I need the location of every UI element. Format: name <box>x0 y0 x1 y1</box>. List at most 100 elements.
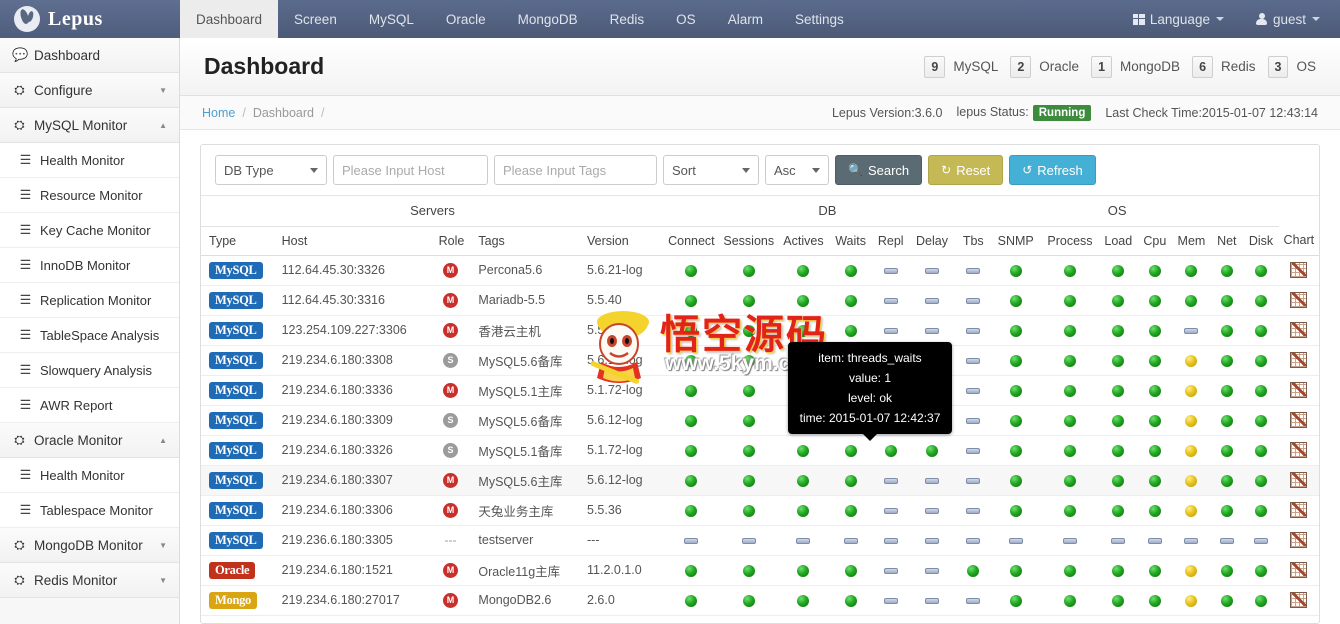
cell-status-sessions[interactable] <box>718 555 779 586</box>
nav-link-os[interactable]: OS <box>660 0 712 38</box>
table-row[interactable]: MySQL 112.64.45.30:3326 M Percona5.6 5.6.21-… <box>201 255 1319 286</box>
cell-chart[interactable] <box>1278 525 1319 556</box>
table-row[interactable]: MySQL 219.234.6.180:3308 S MySQL5.6备库 5.6.12… <box>201 345 1319 376</box>
count-mysql[interactable]: 9 MySQL <box>924 55 998 78</box>
cell-status-load[interactable] <box>1099 585 1138 616</box>
cell-status-net[interactable] <box>1210 375 1244 406</box>
cell-status-tbs[interactable] <box>955 285 991 316</box>
cell-status-disk[interactable] <box>1243 345 1279 376</box>
cell-status-sessions[interactable] <box>718 315 779 346</box>
cell-status-connect[interactable] <box>663 495 719 526</box>
cell-status-snmp[interactable] <box>990 285 1041 316</box>
cell-status-delay[interactable] <box>908 525 956 556</box>
cell-status-process[interactable] <box>1040 315 1100 346</box>
cell-status-net[interactable] <box>1210 525 1244 556</box>
column-header-load[interactable]: Load <box>1099 226 1138 256</box>
cell-status-mem[interactable] <box>1172 285 1211 316</box>
cell-chart[interactable] <box>1278 585 1319 616</box>
cell-status-disk[interactable] <box>1243 255 1279 286</box>
cell-status-process[interactable] <box>1040 525 1100 556</box>
cell-status-cpu[interactable] <box>1137 285 1173 316</box>
cell-status-disk[interactable] <box>1243 285 1279 316</box>
cell-status-cpu[interactable] <box>1137 405 1173 436</box>
cell-status-repl[interactable] <box>873 315 909 346</box>
cell-status-delay[interactable] <box>908 555 956 586</box>
cell-status-process[interactable] <box>1040 255 1100 286</box>
cell-status-connect[interactable] <box>663 285 719 316</box>
cell-status-tbs[interactable] <box>955 585 991 616</box>
cell-status-net[interactable] <box>1210 495 1244 526</box>
sidebar-item-innodb-monitor[interactable]: ☰ InnoDB Monitor <box>0 248 179 283</box>
nav-link-dashboard[interactable]: Dashboard <box>180 0 279 38</box>
cell-status-waits[interactable] <box>828 255 874 286</box>
chart-icon[interactable] <box>1290 292 1308 308</box>
cell-status-disk[interactable] <box>1243 465 1279 496</box>
nav-link-oracle[interactable]: Oracle <box>430 0 502 38</box>
cell-status-sessions[interactable] <box>718 465 779 496</box>
cell-status-process[interactable] <box>1040 285 1100 316</box>
cell-status-net[interactable] <box>1210 255 1244 286</box>
cell-status-net[interactable] <box>1210 315 1244 346</box>
cell-status-repl[interactable] <box>873 465 909 496</box>
column-header-repl[interactable]: Repl <box>873 226 909 256</box>
cell-status-waits[interactable] <box>828 555 874 586</box>
chart-icon[interactable] <box>1290 592 1308 608</box>
cell-status-mem[interactable] <box>1172 315 1211 346</box>
nav-language[interactable]: Language <box>1117 0 1240 38</box>
nav-link-redis[interactable]: Redis <box>594 0 661 38</box>
sidebar-item-replication-monitor[interactable]: ☰ Replication Monitor <box>0 283 179 318</box>
sort-select[interactable]: Sort <box>663 155 759 185</box>
cell-status-tbs[interactable] <box>955 465 991 496</box>
chart-icon[interactable] <box>1290 262 1308 278</box>
cell-status-connect[interactable] <box>663 405 719 436</box>
cell-status-process[interactable] <box>1040 435 1100 466</box>
cell-status-cpu[interactable] <box>1137 495 1173 526</box>
nav-link-alarm[interactable]: Alarm <box>712 0 779 38</box>
cell-status-delay[interactable] <box>908 255 956 286</box>
cell-status-sessions[interactable] <box>718 255 779 286</box>
cell-status-snmp[interactable] <box>990 435 1041 466</box>
table-row[interactable]: MySQL 112.64.45.30:3316 M Mariadb-5.5 5.5.40 <box>201 285 1319 316</box>
search-button[interactable]: 🔍 Search <box>835 155 923 185</box>
sidebar-item-configure[interactable]: ⛭ Configure ▼ <box>0 73 179 108</box>
column-header-mem[interactable]: Mem <box>1172 226 1211 256</box>
cell-status-disk[interactable] <box>1243 495 1279 526</box>
cell-status-net[interactable] <box>1210 435 1244 466</box>
cell-status-repl[interactable] <box>873 555 909 586</box>
count-mongodb[interactable]: 1 MongoDB <box>1091 55 1180 78</box>
cell-status-process[interactable] <box>1040 405 1100 436</box>
order-select[interactable]: Asc <box>765 155 829 185</box>
cell-status-delay[interactable] <box>908 585 956 616</box>
refresh-button[interactable]: ↺ Refresh <box>1009 155 1096 185</box>
cell-status-cpu[interactable] <box>1137 375 1173 406</box>
cell-status-load[interactable] <box>1099 285 1138 316</box>
cell-status-connect[interactable] <box>663 525 719 556</box>
cell-status-waits[interactable] <box>828 315 874 346</box>
cell-status-process[interactable] <box>1040 465 1100 496</box>
cell-status-actives[interactable] <box>778 255 829 286</box>
table-row[interactable]: Oracle 219.234.6.180:1521 M Oracle11g主库 11.2… <box>201 555 1319 586</box>
cell-status-snmp[interactable] <box>990 525 1041 556</box>
column-header-type[interactable]: Type <box>201 226 274 256</box>
cell-status-process[interactable] <box>1040 375 1100 406</box>
sidebar-item-health-monitor[interactable]: ☰ Health Monitor <box>0 458 179 493</box>
cell-status-cpu[interactable] <box>1137 585 1173 616</box>
cell-status-cpu[interactable] <box>1137 345 1173 376</box>
column-header-disk[interactable]: Disk <box>1243 226 1279 256</box>
cell-status-load[interactable] <box>1099 465 1138 496</box>
nav-link-settings[interactable]: Settings <box>779 0 860 38</box>
cell-status-repl[interactable] <box>873 435 909 466</box>
cell-status-snmp[interactable] <box>990 585 1041 616</box>
cell-status-snmp[interactable] <box>990 345 1041 376</box>
cell-status-load[interactable] <box>1099 495 1138 526</box>
sidebar-item-key-cache-monitor[interactable]: ☰ Key Cache Monitor <box>0 213 179 248</box>
cell-status-tbs[interactable] <box>955 495 991 526</box>
column-header-process[interactable]: Process <box>1040 226 1100 256</box>
cell-status-mem[interactable] <box>1172 375 1211 406</box>
cell-status-disk[interactable] <box>1243 585 1279 616</box>
cell-status-sessions[interactable] <box>718 375 779 406</box>
cell-status-disk[interactable] <box>1243 435 1279 466</box>
cell-status-disk[interactable] <box>1243 375 1279 406</box>
column-header-host[interactable]: Host <box>273 226 431 256</box>
cell-status-load[interactable] <box>1099 255 1138 286</box>
